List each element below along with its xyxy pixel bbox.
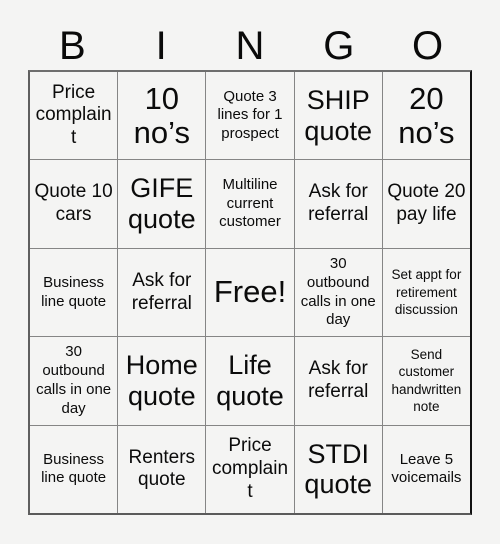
bingo-row: 30 outbound calls in one day Home quote … [30, 337, 470, 426]
bingo-cell[interactable]: Life quote [206, 337, 295, 425]
bingo-row: Business line quote Ask for referral Fre… [30, 248, 470, 338]
bingo-cell-label: Set appt for retirement discussion [391, 267, 462, 318]
bingo-cell[interactable]: Ask for referral [295, 337, 383, 425]
bingo-cell-label: Price complaint [35, 81, 112, 149]
bingo-cell[interactable]: STDI quote [295, 425, 383, 514]
bingo-cell-label: Price complaint [211, 435, 289, 502]
bingo-cell-label: Send customer handwritten note [391, 346, 462, 415]
bingo-cell-label: Quote 3 lines for 1 prospect [217, 87, 283, 143]
bingo-cell[interactable]: 30 outbound calls in one day [30, 337, 119, 425]
bingo-cell-label: GIFE quote [128, 173, 196, 235]
bingo-cell[interactable]: 30 outbound calls in one day [295, 248, 383, 337]
bingo-cell-label: Life quote [216, 350, 284, 411]
bingo-cell[interactable]: Price complaint [206, 425, 295, 514]
bingo-cell-label: Ask for referral [131, 269, 192, 314]
bingo-cell[interactable]: Home quote [118, 337, 207, 425]
bingo-cell[interactable]: Send customer handwritten note [383, 337, 470, 424]
bingo-cell[interactable]: 10 no’s [118, 72, 207, 160]
bingo-cell-label: Multiline current customer [219, 175, 281, 231]
bingo-header-letter-o: O [412, 24, 444, 68]
bingo-cell-label: Quote 10 cars [34, 181, 113, 226]
bingo-cell[interactable]: Quote 3 lines for 1 prospect [206, 72, 295, 160]
bingo-cell[interactable]: Ask for referral [295, 160, 383, 248]
bingo-cell[interactable]: 20 no’s [383, 72, 470, 159]
bingo-header-letter-n: N [235, 24, 265, 68]
bingo-cell-label: Quote 20 pay life [387, 181, 466, 226]
bingo-cell[interactable]: Multiline current customer [206, 160, 295, 248]
bingo-cell-label: 10 no’s [133, 80, 190, 150]
bingo-cell[interactable]: SHIP quote [295, 72, 383, 160]
bingo-cell[interactable]: Leave 5 voicemails [383, 426, 470, 513]
bingo-cell[interactable]: Renters quote [118, 425, 207, 514]
bingo-cell[interactable]: Price complaint [30, 72, 119, 160]
bingo-cell[interactable]: GIFE quote [118, 160, 207, 248]
bingo-cell-label: Ask for referral [308, 358, 369, 402]
bingo-row: Quote 10 cars GIFE quote Multiline curre… [30, 160, 470, 249]
bingo-cell-label: Renters quote [128, 446, 196, 491]
bingo-grid: Price complaint 10 no’s Quote 3 lines fo… [28, 70, 472, 515]
bingo-cell[interactable]: Set appt for retirement discussion [383, 249, 470, 336]
bingo-cell[interactable]: Quote 20 pay life [383, 160, 470, 247]
bingo-cell[interactable]: Quote 10 cars [30, 160, 119, 248]
bingo-cell-free[interactable]: Free! [206, 248, 295, 337]
bingo-cell-label: 20 no’s [398, 80, 455, 150]
bingo-cell-label: STDI quote [304, 438, 372, 500]
bingo-header-letter-i: I [155, 24, 167, 68]
bingo-cell-label: 30 outbound calls in one day [36, 343, 112, 417]
bingo-cell-label: Business line quote [41, 273, 107, 310]
bingo-row: Business line quote Renters quote Price … [30, 425, 470, 514]
bingo-row: Price complaint 10 no’s Quote 3 lines fo… [30, 72, 470, 161]
bingo-header: B I N G O [28, 22, 472, 70]
bingo-cell[interactable]: Ask for referral [118, 248, 207, 337]
bingo-cell[interactable]: Business line quote [30, 425, 119, 514]
bingo-cell-label: Leave 5 voicemails [391, 450, 462, 487]
bingo-cell-label: SHIP quote [304, 84, 372, 146]
bingo-header-letter-g: G [323, 24, 355, 68]
bingo-cell-label: Free! [213, 274, 287, 310]
bingo-cell-label: 30 outbound calls in one day [300, 255, 376, 329]
bingo-cell-label: Business line quote [41, 450, 107, 487]
bingo-card: B I N G O Price complaint 10 no’s Quote … [0, 0, 500, 544]
bingo-cell-label: Home quote [125, 350, 198, 411]
bingo-header-letter-b: B [59, 24, 86, 68]
bingo-cell-label: Ask for referral [308, 181, 369, 226]
bingo-cell[interactable]: Business line quote [30, 248, 119, 337]
